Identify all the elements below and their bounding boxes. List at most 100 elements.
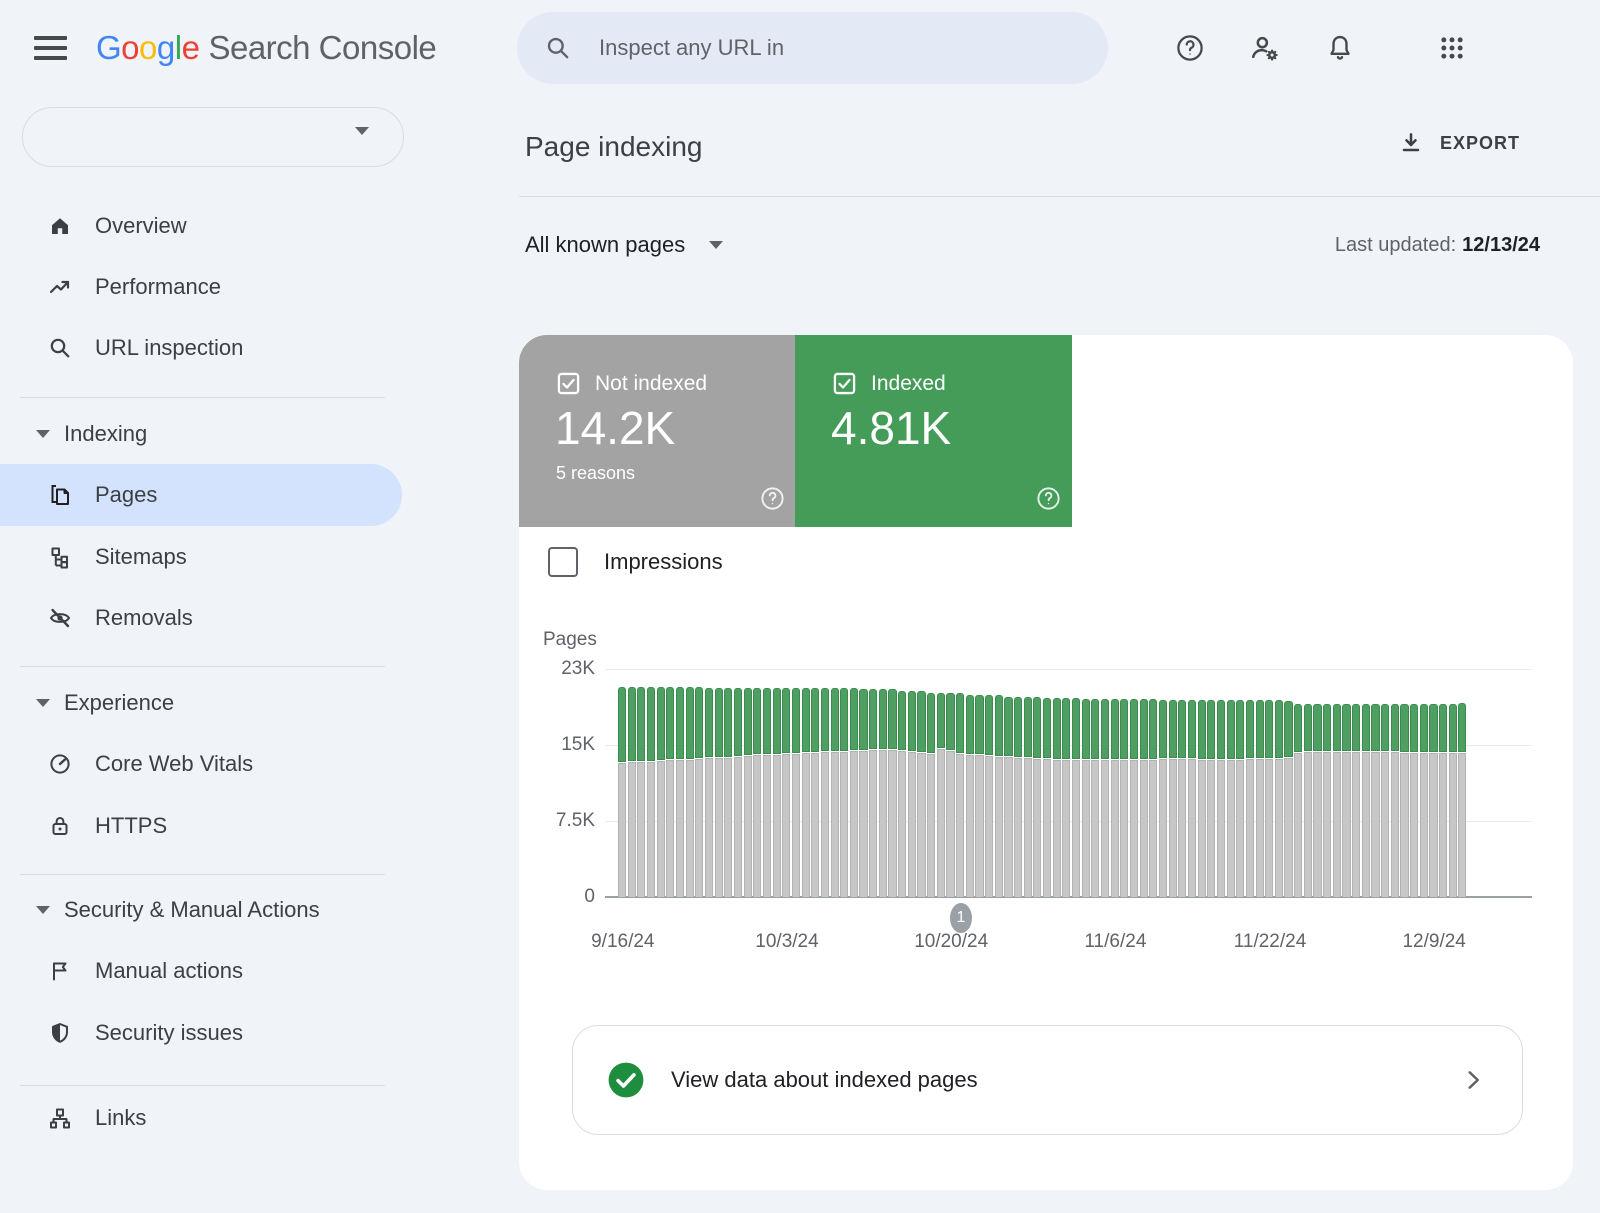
card-label: Not indexed	[595, 372, 707, 396]
view-data-link[interactable]: View data about indexed pages	[572, 1025, 1523, 1135]
export-button[interactable]: EXPORT	[1398, 130, 1520, 156]
chevron-down-icon	[36, 699, 50, 707]
sidebar-section-experience[interactable]: Experience	[0, 681, 420, 725]
chart-bar-not-indexed	[1198, 760, 1206, 897]
chart-bar-indexed	[686, 687, 694, 759]
chart-bar	[985, 675, 993, 897]
help-circle-icon[interactable]	[759, 485, 786, 512]
checkbox-checked-icon[interactable]	[832, 371, 857, 396]
chart-bar-not-indexed	[966, 755, 974, 897]
chart-bar-indexed	[1178, 700, 1186, 758]
chart-bar	[1439, 675, 1447, 897]
chevron-right-icon	[1460, 1067, 1486, 1093]
chart-bar-not-indexed	[985, 756, 993, 897]
checkbox-checked-icon[interactable]	[556, 371, 581, 396]
card-not-indexed[interactable]: Not indexed 14.2K 5 reasons	[519, 335, 795, 527]
sidebar-divider	[20, 874, 385, 875]
chart-bar-not-indexed	[927, 754, 935, 897]
sidebar-divider	[20, 666, 385, 667]
sidebar-item-core-web-vitals[interactable]: Core Web Vitals	[0, 738, 420, 790]
help-circle-icon[interactable]	[1035, 485, 1062, 512]
chart-bar-indexed	[1120, 699, 1128, 759]
chart-bar-not-indexed	[753, 755, 761, 897]
chart-bar-indexed	[773, 688, 781, 754]
card-indexed[interactable]: Indexed 4.81K	[795, 335, 1072, 527]
sidebar-item-manual-actions[interactable]: Manual actions	[0, 945, 420, 997]
speedometer-icon	[48, 752, 72, 776]
chart-bar-not-indexed	[1313, 752, 1321, 897]
sidebar-item-https[interactable]: HTTPS	[0, 800, 420, 852]
app-logo: Google Search Console	[96, 0, 436, 96]
chart-bar-not-indexed	[1207, 760, 1215, 897]
scope-dropdown[interactable]: All known pages	[525, 232, 723, 258]
chart-bar-not-indexed	[1101, 760, 1109, 897]
sidebar-item-overview[interactable]: Overview	[0, 200, 420, 252]
chart-bar	[888, 675, 896, 897]
chart-bar-indexed	[1033, 697, 1041, 758]
sidebar-item-sitemaps[interactable]: Sitemaps	[0, 531, 420, 583]
url-inspect-searchbar[interactable]	[517, 12, 1108, 84]
google-apps-button[interactable]	[1428, 24, 1476, 72]
search-input[interactable]	[597, 34, 1041, 62]
card-label: Indexed	[871, 372, 946, 396]
links-icon	[48, 1106, 72, 1130]
chart-bar	[1024, 675, 1032, 897]
chart-bar-indexed	[1362, 704, 1370, 752]
impressions-toggle[interactable]: Impressions	[548, 547, 723, 577]
chart-bar-indexed	[1169, 700, 1177, 758]
chart-bar	[1217, 675, 1225, 897]
sidebar-item-links[interactable]: Links	[0, 1092, 420, 1144]
chart-bar	[1178, 675, 1186, 897]
chart-annotation-marker[interactable]: 1	[950, 903, 972, 933]
chart-bar-not-indexed	[1178, 759, 1186, 897]
chart-bar-not-indexed	[840, 752, 848, 897]
sidebar-item-security-issues[interactable]: Security issues	[0, 1007, 420, 1059]
user-settings-button[interactable]	[1241, 24, 1289, 72]
property-selector[interactable]	[22, 107, 404, 167]
chart-bar-not-indexed	[705, 758, 713, 897]
chart-bar-not-indexed	[831, 752, 839, 897]
chart-bar-indexed	[724, 688, 732, 757]
sidebar-item-removals[interactable]: Removals	[0, 592, 420, 644]
sidebar-item-performance[interactable]: Performance	[0, 261, 420, 313]
chart-bar	[1323, 675, 1331, 897]
chart-bar-indexed	[715, 688, 723, 757]
help-button[interactable]	[1166, 24, 1214, 72]
sidebar-section-security-manual-actions[interactable]: Security & Manual Actions	[0, 888, 420, 932]
sidebar-item-url-inspection[interactable]: URL inspection	[0, 322, 420, 374]
chart-bar-indexed	[792, 688, 800, 753]
chart-bar-not-indexed	[676, 760, 684, 897]
chart-bar-indexed	[1004, 697, 1012, 756]
chart-bar	[763, 675, 771, 897]
chart-bar-not-indexed	[1024, 758, 1032, 897]
chart-bar	[657, 675, 665, 897]
chart-bar-indexed	[1091, 699, 1099, 759]
chart-bar-indexed	[1256, 700, 1264, 758]
chart-bar	[744, 675, 752, 897]
chart-bar-not-indexed	[1294, 753, 1302, 897]
chart-bar-indexed	[1439, 704, 1447, 753]
chart-bar	[676, 675, 684, 897]
chart-bar-not-indexed	[802, 753, 810, 897]
chart-bar-not-indexed	[869, 750, 877, 897]
sidebar-item-pages[interactable]: Pages	[0, 469, 420, 521]
chart-bar-indexed	[618, 687, 626, 762]
chart-bar	[1053, 675, 1061, 897]
chart-bar-indexed	[1043, 698, 1051, 758]
chart-bar-not-indexed	[686, 760, 694, 897]
hamburger-menu-button[interactable]	[28, 24, 76, 72]
checkbox-unchecked-icon[interactable]	[548, 547, 578, 577]
sidebar-item-label: URL inspection	[95, 335, 243, 361]
sidebar-item-label: Performance	[95, 274, 221, 300]
notifications-button[interactable]	[1316, 24, 1364, 72]
chart-bar-indexed	[647, 687, 655, 761]
export-label: EXPORT	[1440, 133, 1520, 154]
page-title: Page indexing	[525, 131, 702, 163]
chart-bar-indexed	[831, 688, 839, 751]
chart-x-tick-label: 11/6/24	[1084, 931, 1146, 953]
chart-bar-not-indexed	[898, 751, 906, 897]
chart-bar	[1004, 675, 1012, 897]
sidebar-section-indexing[interactable]: Indexing	[0, 412, 420, 456]
user-settings-icon	[1249, 32, 1281, 64]
chart-bar-indexed	[859, 689, 867, 750]
